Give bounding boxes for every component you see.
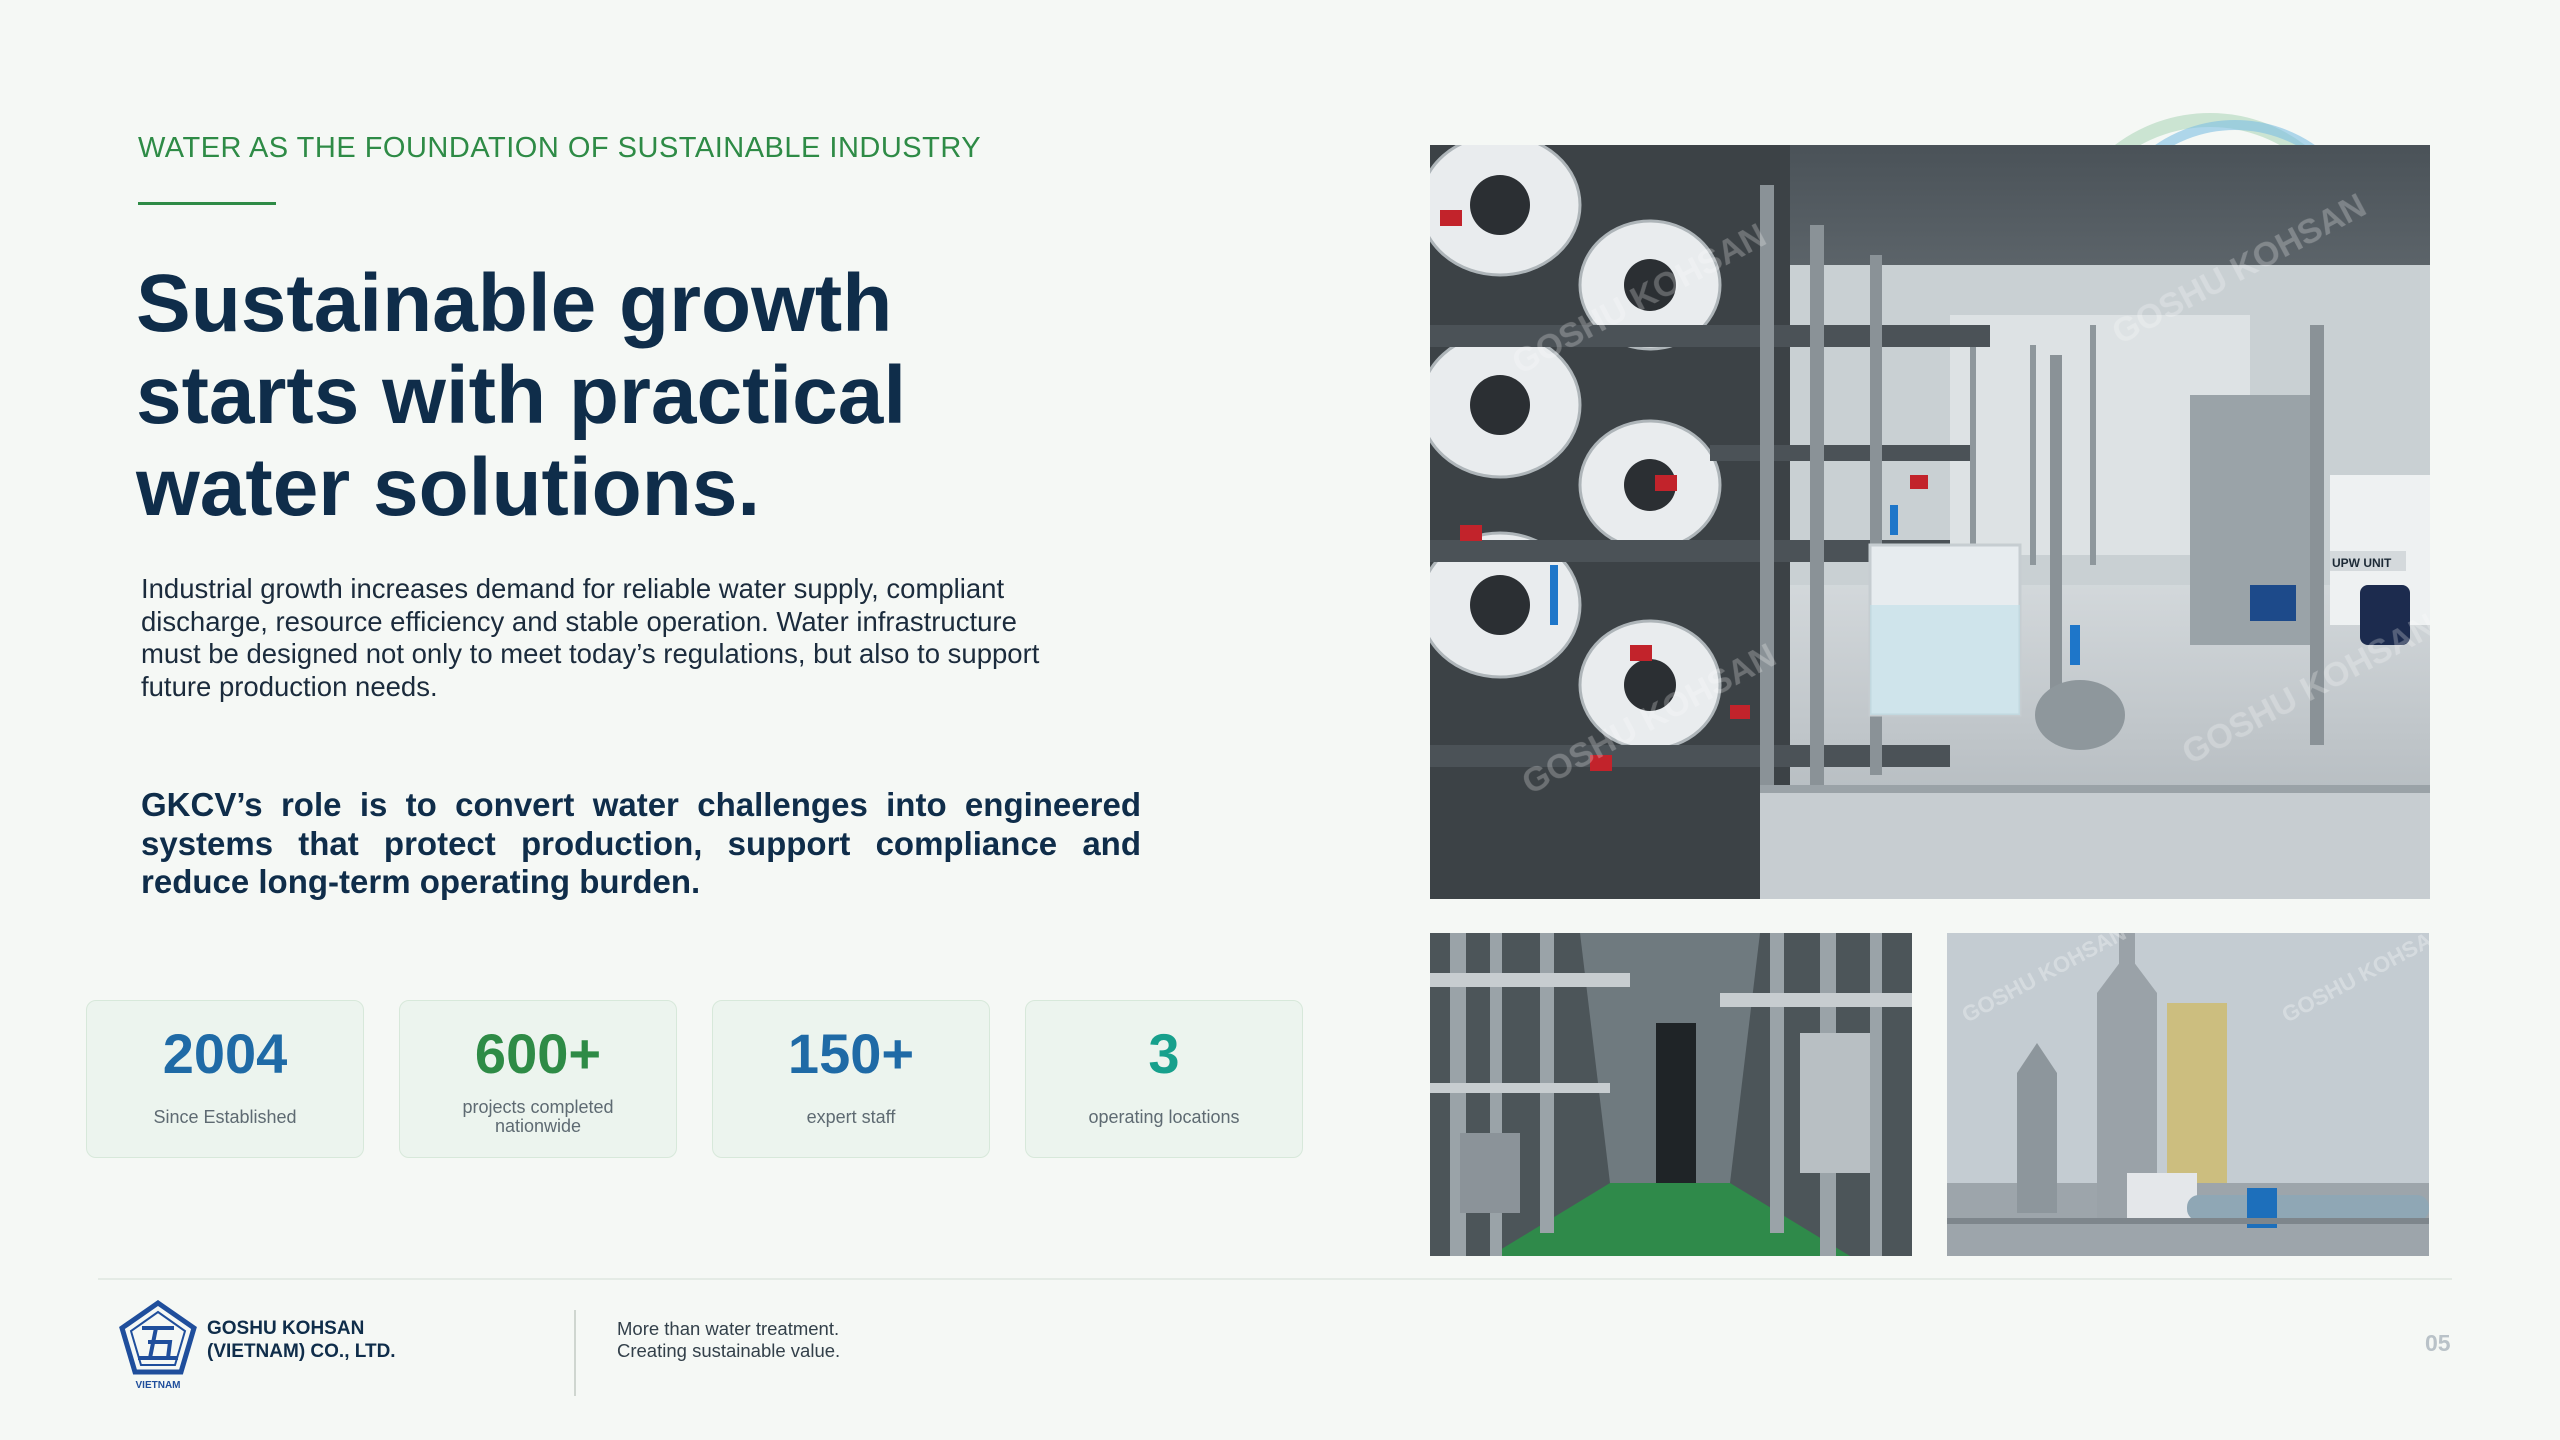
stat-card-established: 2004 Since Established (86, 1000, 364, 1158)
role-statement: GKCV’s role is to convert water challeng… (141, 786, 1141, 902)
page-number: 05 (2425, 1330, 2451, 1356)
role-line: GKCV’s role is to convert water challeng… (141, 786, 1141, 823)
paragraph-line: future production needs. (141, 670, 438, 702)
stat-card-projects: 600+ projects completed nationwide (399, 1000, 677, 1158)
unit-sign: UPW UNIT (2332, 556, 2392, 570)
headline-line: water solutions. (136, 442, 761, 533)
stat-label: Since Established (153, 1106, 297, 1127)
stat-value: 3 (1148, 1022, 1180, 1085)
paragraph-line: Industrial growth increases demand for r… (141, 573, 1005, 604)
stat-value: 600+ (474, 1022, 602, 1085)
footer-vertical-divider (574, 1310, 576, 1396)
eyebrow-underline (138, 202, 276, 205)
role-line: systems that protect production, support… (141, 824, 1141, 862)
company-logo: VIETNAM (119, 1300, 197, 1391)
section-eyebrow: WATER AS THE FOUNDATION OF SUSTAINABLE I… (138, 132, 982, 164)
stat-label: expert staff (806, 1106, 896, 1127)
footer-divider-line (98, 1278, 2452, 1280)
intro-paragraph: Industrial growth increases demand for r… (141, 573, 1141, 703)
stat-card-staff: 150+ expert staff (712, 1000, 990, 1158)
stat-label: projects completed nationwide (462, 1097, 614, 1136)
tagline-line: More than water treatment. (617, 1318, 840, 1339)
piping-corridor-photo (1430, 933, 1912, 1256)
plant-room-photo: UPW UNIT GOSHU KOHSAN GOSHU KOHSAN GOSHU… (1430, 145, 2430, 899)
headline-line: Sustainable growth (136, 258, 893, 349)
footer-tagline: More than water treatment. Creating sust… (617, 1318, 840, 1362)
scrubber-towers-photo: GOSHU KOHSAN GOSHU KOHSAN (1947, 933, 2429, 1256)
headline-line: starts with practical (136, 350, 907, 441)
stat-value: 150+ (787, 1022, 915, 1085)
company-name-line: (VIETNAM) CO., LTD. (207, 1341, 396, 1362)
role-line: reduce long-term operating burden. (141, 863, 701, 900)
paragraph-line: discharge, resource efficiency and stabl… (141, 605, 1017, 637)
stat-card-locations: 3 operating locations (1025, 1000, 1303, 1158)
stat-value: 2004 (162, 1022, 288, 1085)
company-name: GOSHU KOHSAN (VIETNAM) CO., LTD. (207, 1317, 396, 1363)
paragraph-line: must be designed not only to meet today’… (141, 638, 1040, 669)
page-headline: Sustainable growth starts with practical… (136, 258, 1136, 534)
tagline-line: Creating sustainable value. (617, 1340, 841, 1361)
stat-label: operating locations (1088, 1106, 1240, 1127)
logo-caption: VIETNAM (136, 1380, 181, 1391)
company-name-line: GOSHU KOHSAN (207, 1318, 365, 1339)
